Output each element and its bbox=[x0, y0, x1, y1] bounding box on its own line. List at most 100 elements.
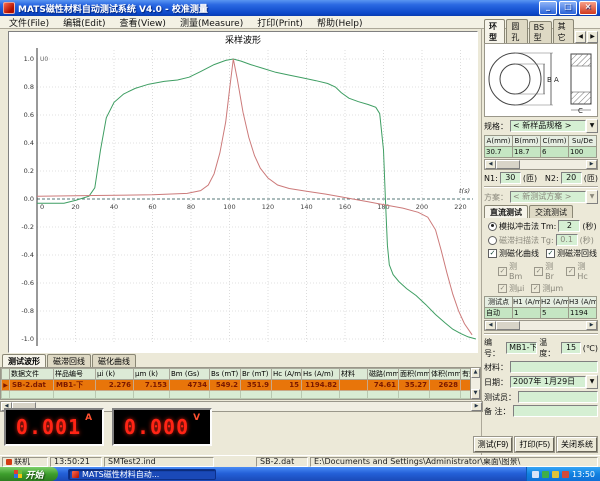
points-hscrollbar[interactable]: ◀ ▶ bbox=[484, 320, 598, 331]
chevron-down-icon[interactable]: ▼ bbox=[586, 119, 598, 133]
results-col-header-3[interactable]: μm (k) bbox=[134, 369, 170, 380]
results-vscrollbar[interactable]: ▲ ▼ bbox=[470, 368, 480, 399]
results-col-header-11[interactable]: 面积(mm^2) bbox=[399, 369, 430, 380]
start-button[interactable]: 开始 bbox=[0, 467, 58, 481]
test-mode-tab-1[interactable]: 交流测试 bbox=[529, 205, 573, 218]
sub-option-label-1-0: 测μi bbox=[509, 283, 524, 294]
sample-dims-row[interactable]: 30.718.76100 bbox=[485, 147, 597, 158]
sample-tab-0[interactable]: 环型 bbox=[484, 19, 505, 43]
scroll-right-icon[interactable]: ▶ bbox=[586, 321, 597, 330]
results-tab-1[interactable]: 磁滞回线 bbox=[47, 354, 91, 367]
results-row-selected[interactable]: ▶SB-2.datMB1-下2.2767.1534734549.2351.915… bbox=[2, 380, 474, 391]
scheme-value: < 新测试方案 > bbox=[510, 191, 586, 203]
divider bbox=[484, 186, 598, 188]
sweep-method-radio[interactable] bbox=[488, 236, 497, 245]
menu-item-4[interactable]: 打印(Print) bbox=[250, 16, 310, 29]
close-button[interactable]: × bbox=[579, 1, 597, 15]
tester-input[interactable] bbox=[518, 391, 598, 403]
results-col-header-4[interactable]: Bm (Gs) bbox=[170, 369, 210, 380]
results-col-header-6[interactable]: Br (mT) bbox=[241, 369, 272, 380]
scroll-right-icon[interactable]: ▶ bbox=[586, 160, 597, 169]
results-section: 测试波形磁滞回线磁化曲线 数据文件样品编号μi (k)μm (k)Bm (Gs)… bbox=[0, 355, 481, 455]
scroll-up-icon[interactable]: ▲ bbox=[471, 368, 480, 378]
results-cell-1: MB1-下 bbox=[54, 380, 96, 391]
results-col-header-10[interactable]: 磁路(mm) bbox=[368, 369, 399, 380]
note-input[interactable] bbox=[513, 405, 598, 417]
results-row-empty[interactable] bbox=[2, 391, 474, 399]
menu-item-1[interactable]: 编辑(Edit) bbox=[56, 16, 112, 29]
col-header-2: H2 (A/m) bbox=[541, 297, 569, 308]
status-path: E:\Documents and Settings\Administrator\… bbox=[310, 457, 598, 467]
results-tab-0[interactable]: 测试波形 bbox=[2, 354, 46, 367]
y-tick-label: 0.8 bbox=[24, 83, 34, 91]
material-input[interactable] bbox=[510, 361, 598, 373]
date-picker[interactable]: 2007年 1月29日 ▼ bbox=[510, 375, 598, 389]
voltage-meter-unit: V bbox=[193, 413, 200, 423]
y-tick-label: -0.8 bbox=[21, 307, 34, 315]
close-system-button[interactable]: 关闭系统 bbox=[557, 437, 597, 452]
scroll-left-icon[interactable]: ◀ bbox=[485, 160, 496, 169]
hysteresis-loop-checkbox[interactable]: ✓ bbox=[546, 249, 555, 258]
menu-item-3[interactable]: 测量(Measure) bbox=[173, 16, 250, 29]
results-tab-2[interactable]: 磁化曲线 bbox=[92, 354, 136, 367]
window-title: MATS磁性材料自动测试系统 V4.0 - 校准测量 bbox=[18, 2, 208, 15]
results-col-header-12[interactable]: 体积(mm^3) bbox=[430, 369, 461, 380]
test-mode-tabs: 直流测试交流测试 bbox=[484, 206, 598, 218]
menu-item-2[interactable]: 查看(View) bbox=[113, 16, 173, 29]
n1-input[interactable]: 30 bbox=[500, 172, 521, 184]
test-mode-tab-0[interactable]: 直流测试 bbox=[484, 205, 528, 218]
temperature-label: 温度： bbox=[539, 337, 559, 359]
scroll-right-icon[interactable]: ▶ bbox=[471, 402, 482, 411]
tray-icon-4[interactable] bbox=[562, 471, 569, 478]
results-col-header-8[interactable]: Hs (A/m) bbox=[302, 369, 340, 380]
tray-icon-3[interactable] bbox=[552, 471, 559, 478]
tab-scroll-left-icon[interactable]: ◀ bbox=[575, 31, 586, 43]
results-col-header-0[interactable]: 数据文件 bbox=[10, 369, 54, 380]
dims-hscrollbar[interactable]: ◀ ▶ bbox=[484, 159, 598, 170]
maximize-button[interactable]: □ bbox=[559, 1, 577, 15]
sub-option-label-0-1: 测Br bbox=[545, 261, 560, 281]
current-meter-value: 0.001 bbox=[16, 415, 81, 439]
current-meter-unit: A bbox=[85, 413, 92, 423]
series-excitation-pulse bbox=[37, 59, 472, 335]
temperature-input[interactable]: 15 bbox=[561, 342, 580, 354]
results-col-header-5[interactable]: Bs (mT) bbox=[210, 369, 241, 380]
scroll-down-icon[interactable]: ▼ bbox=[471, 389, 480, 399]
tray-icon-1[interactable] bbox=[532, 471, 539, 478]
minimize-button[interactable]: _ bbox=[539, 1, 557, 15]
results-col-header-1[interactable]: 样品编号 bbox=[54, 369, 96, 380]
results-col-header-2[interactable]: μi (k) bbox=[96, 369, 134, 380]
magnetization-curve-label: 测磁化曲线 bbox=[499, 248, 539, 259]
print-button[interactable]: 打印(F5) bbox=[515, 437, 554, 452]
x-tick-label: 20 bbox=[71, 203, 79, 211]
impulse-param-input[interactable]: 2 bbox=[558, 220, 580, 232]
impulse-method-radio[interactable] bbox=[488, 222, 497, 231]
results-col-header-7[interactable]: Hc (A/m) bbox=[272, 369, 302, 380]
sample-tab-3[interactable]: 其它 bbox=[553, 19, 574, 43]
tray-icon-2[interactable] bbox=[542, 471, 549, 478]
chevron-down-icon[interactable]: ▼ bbox=[586, 375, 598, 389]
sample-tab-1[interactable]: 圆孔 bbox=[506, 19, 527, 43]
results-cell-0: SB-2.dat bbox=[10, 380, 54, 391]
spec-combo[interactable]: < 新样品规格 > ▼ bbox=[510, 119, 598, 133]
dim-c-label: C bbox=[578, 107, 583, 114]
test-points-row[interactable]: 自动151194 bbox=[485, 308, 597, 319]
menu-item-5[interactable]: 帮助(Help) bbox=[310, 16, 370, 29]
sample-settings-panel: 环型圆孔BS型其它◀▶ B A bbox=[481, 29, 600, 455]
results-col-header-9[interactable]: 材料 bbox=[340, 369, 368, 380]
menu-item-0[interactable]: 文件(File) bbox=[2, 16, 56, 29]
n2-input[interactable]: 20 bbox=[561, 172, 582, 184]
impulse-param-label: Tm: bbox=[541, 222, 556, 231]
results-table-wrap: 数据文件样品编号μi (k)μm (k)Bm (Gs)Bs (mT)Br (mT… bbox=[0, 367, 481, 400]
magnetization-curve-checkbox[interactable]: ✓ bbox=[488, 249, 497, 258]
scroll-thumb[interactable] bbox=[496, 160, 520, 169]
sub-option-checkbox-0-2: ✓ bbox=[566, 267, 575, 276]
tab-scroll-right-icon[interactable]: ▶ bbox=[587, 31, 598, 43]
taskbar-task-mats[interactable]: MATS磁性材料自动... bbox=[68, 469, 216, 480]
y-axis-label: U0 bbox=[40, 56, 48, 63]
scroll-thumb[interactable] bbox=[496, 321, 520, 330]
scheme-label: 方案： bbox=[484, 192, 508, 203]
sample-id-input[interactable]: MB1-下 bbox=[506, 342, 537, 354]
scroll-left-icon[interactable]: ◀ bbox=[485, 321, 496, 330]
sample-tab-2[interactable]: BS型 bbox=[529, 21, 552, 43]
